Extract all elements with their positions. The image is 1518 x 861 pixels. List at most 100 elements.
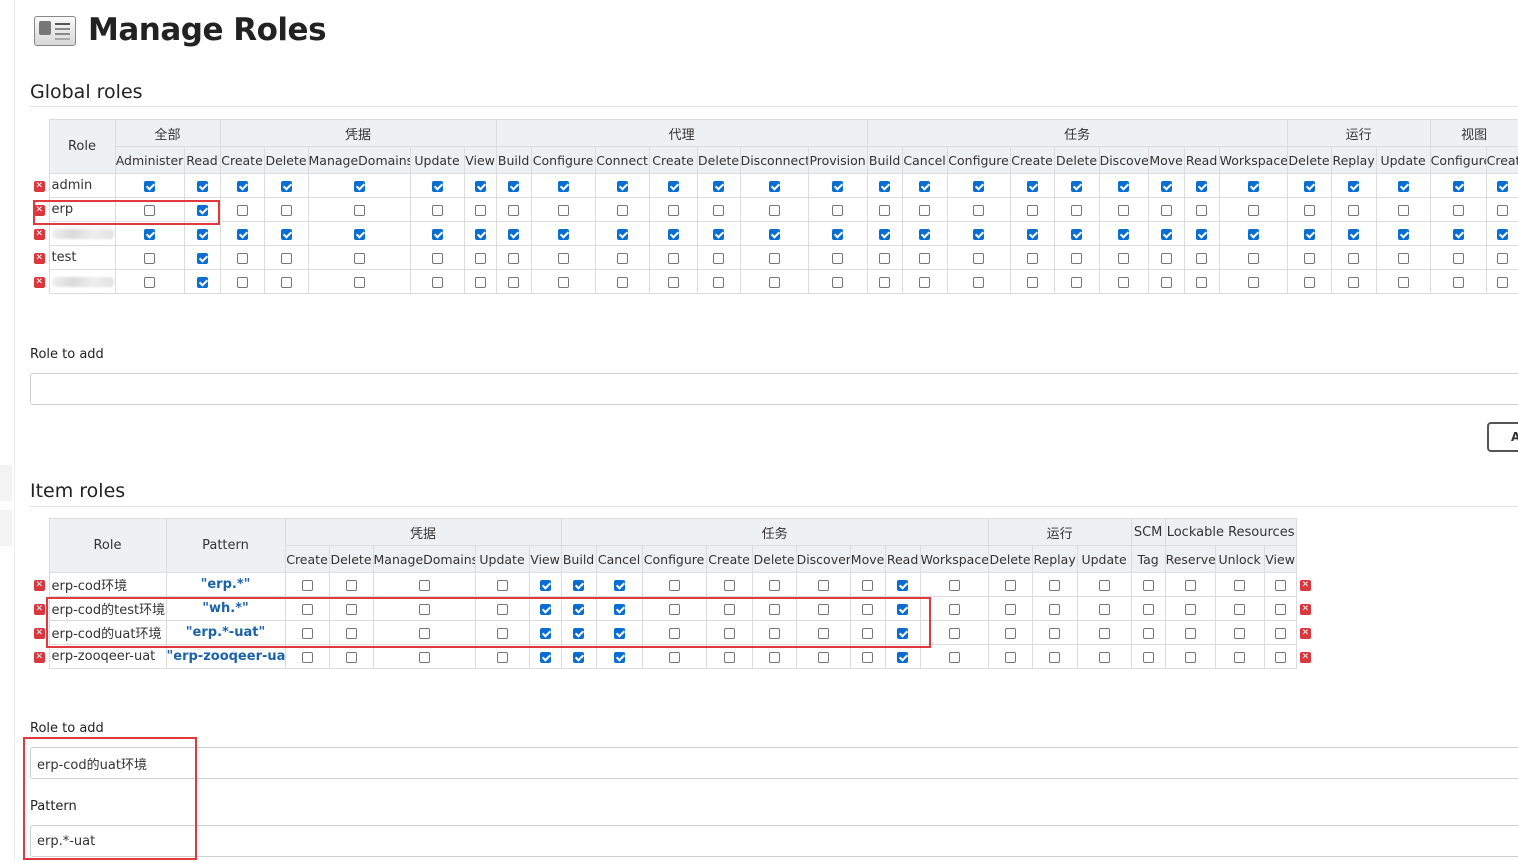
permission-checkbox[interactable] <box>919 253 931 264</box>
permission-checkbox[interactable] <box>345 604 357 615</box>
permission-checkbox[interactable] <box>508 229 520 240</box>
permission-checkbox[interactable] <box>862 628 874 639</box>
permission-checkbox[interactable] <box>1496 229 1508 240</box>
permission-checkbox[interactable] <box>919 277 931 288</box>
permission-checkbox[interactable] <box>1184 652 1196 663</box>
permission-checkbox[interactable] <box>919 229 931 240</box>
permission-checkbox[interactable] <box>418 604 430 615</box>
delete-x-icon[interactable]: ✕ <box>33 205 45 216</box>
permission-checkbox[interactable] <box>1142 580 1154 591</box>
permission-checkbox[interactable] <box>353 205 365 216</box>
permission-checkbox[interactable] <box>1247 229 1259 240</box>
permission-checkbox[interactable] <box>1160 205 1172 216</box>
permission-checkbox[interactable] <box>280 229 292 240</box>
permission-checkbox[interactable] <box>1348 277 1360 288</box>
permission-checkbox[interactable] <box>817 580 829 591</box>
permission-checkbox[interactable] <box>667 253 679 264</box>
permission-checkbox[interactable] <box>1496 277 1508 288</box>
permission-checkbox[interactable] <box>616 229 628 240</box>
permission-checkbox[interactable] <box>1397 205 1409 216</box>
permission-checkbox[interactable] <box>723 604 735 615</box>
permission-checkbox[interactable] <box>713 229 725 240</box>
role-pattern[interactable]: "wh.*" <box>165 596 286 621</box>
permission-checkbox[interactable] <box>1049 580 1061 591</box>
permission-checkbox[interactable] <box>1496 205 1508 216</box>
permission-checkbox[interactable] <box>948 604 960 615</box>
permission-checkbox[interactable] <box>713 277 725 288</box>
permission-checkbox[interactable] <box>573 652 585 663</box>
permission-checkbox[interactable] <box>508 277 520 288</box>
permission-checkbox[interactable] <box>723 628 735 639</box>
permission-checkbox[interactable] <box>768 253 780 264</box>
permission-checkbox[interactable] <box>1303 229 1315 240</box>
permission-checkbox[interactable] <box>573 580 585 591</box>
permission-checkbox[interactable] <box>723 652 735 663</box>
permission-checkbox[interactable] <box>1071 181 1083 192</box>
permission-checkbox[interactable] <box>496 580 508 591</box>
permission-checkbox[interactable] <box>879 181 891 192</box>
permission-checkbox[interactable] <box>1348 253 1360 264</box>
permission-checkbox[interactable] <box>668 580 680 591</box>
permission-checkbox[interactable] <box>1004 604 1016 615</box>
permission-checkbox[interactable] <box>353 253 365 264</box>
permission-checkbox[interactable] <box>236 277 248 288</box>
permission-checkbox[interactable] <box>897 652 909 663</box>
permission-checkbox[interactable] <box>1142 628 1154 639</box>
permission-checkbox[interactable] <box>1184 628 1196 639</box>
permission-checkbox[interactable] <box>1160 253 1172 264</box>
permission-checkbox[interactable] <box>557 253 569 264</box>
permission-checkbox[interactable] <box>1049 628 1061 639</box>
permission-checkbox[interactable] <box>144 229 155 240</box>
delete-x-icon[interactable]: ✕ <box>1299 652 1311 663</box>
permission-checkbox[interactable] <box>431 277 443 288</box>
permission-checkbox[interactable] <box>345 652 357 663</box>
permission-checkbox[interactable] <box>431 181 443 192</box>
permission-checkbox[interactable] <box>474 205 486 216</box>
permission-checkbox[interactable] <box>1142 604 1154 615</box>
permission-checkbox[interactable] <box>613 604 625 615</box>
permission-checkbox[interactable] <box>301 628 313 639</box>
permission-checkbox[interactable] <box>862 652 874 663</box>
permission-checkbox[interactable] <box>1049 652 1061 663</box>
permission-checkbox[interactable] <box>973 229 985 240</box>
permission-checkbox[interactable] <box>1234 604 1246 615</box>
permission-checkbox[interactable] <box>667 277 679 288</box>
permission-checkbox[interactable] <box>667 229 679 240</box>
permission-checkbox[interactable] <box>508 205 520 216</box>
permission-checkbox[interactable] <box>1247 253 1259 264</box>
global-role-to-add-input[interactable] <box>30 373 1518 405</box>
permission-checkbox[interactable] <box>1118 205 1130 216</box>
permission-checkbox[interactable] <box>496 652 508 663</box>
delete-x-icon[interactable]: ✕ <box>33 253 45 264</box>
permission-checkbox[interactable] <box>196 253 208 264</box>
permission-checkbox[interactable] <box>897 628 909 639</box>
permission-checkbox[interactable] <box>236 181 248 192</box>
permission-checkbox[interactable] <box>832 253 844 264</box>
permission-checkbox[interactable] <box>353 277 365 288</box>
permission-checkbox[interactable] <box>768 229 780 240</box>
permission-checkbox[interactable] <box>1452 253 1464 264</box>
permission-checkbox[interactable] <box>1303 253 1315 264</box>
permission-checkbox[interactable] <box>1098 580 1110 591</box>
permission-checkbox[interactable] <box>1118 277 1130 288</box>
item-pattern-input[interactable] <box>30 825 1518 857</box>
delete-x-icon[interactable]: ✕ <box>1299 628 1311 639</box>
permission-checkbox[interactable] <box>196 229 208 240</box>
permission-checkbox[interactable] <box>713 253 725 264</box>
permission-checkbox[interactable] <box>1452 277 1464 288</box>
delete-x-icon[interactable]: ✕ <box>1299 580 1311 591</box>
permission-checkbox[interactable] <box>1234 652 1246 663</box>
permission-checkbox[interactable] <box>1071 277 1083 288</box>
permission-checkbox[interactable] <box>919 181 931 192</box>
permission-checkbox[interactable] <box>862 604 874 615</box>
permission-checkbox[interactable] <box>353 181 365 192</box>
permission-checkbox[interactable] <box>1234 580 1246 591</box>
permission-checkbox[interactable] <box>1348 181 1360 192</box>
permission-checkbox[interactable] <box>768 628 780 639</box>
permission-checkbox[interactable] <box>1118 253 1130 264</box>
permission-checkbox[interactable] <box>948 580 960 591</box>
permission-checkbox[interactable] <box>1274 604 1286 615</box>
permission-checkbox[interactable] <box>973 181 985 192</box>
permission-checkbox[interactable] <box>1452 205 1464 216</box>
permission-checkbox[interactable] <box>1196 229 1208 240</box>
